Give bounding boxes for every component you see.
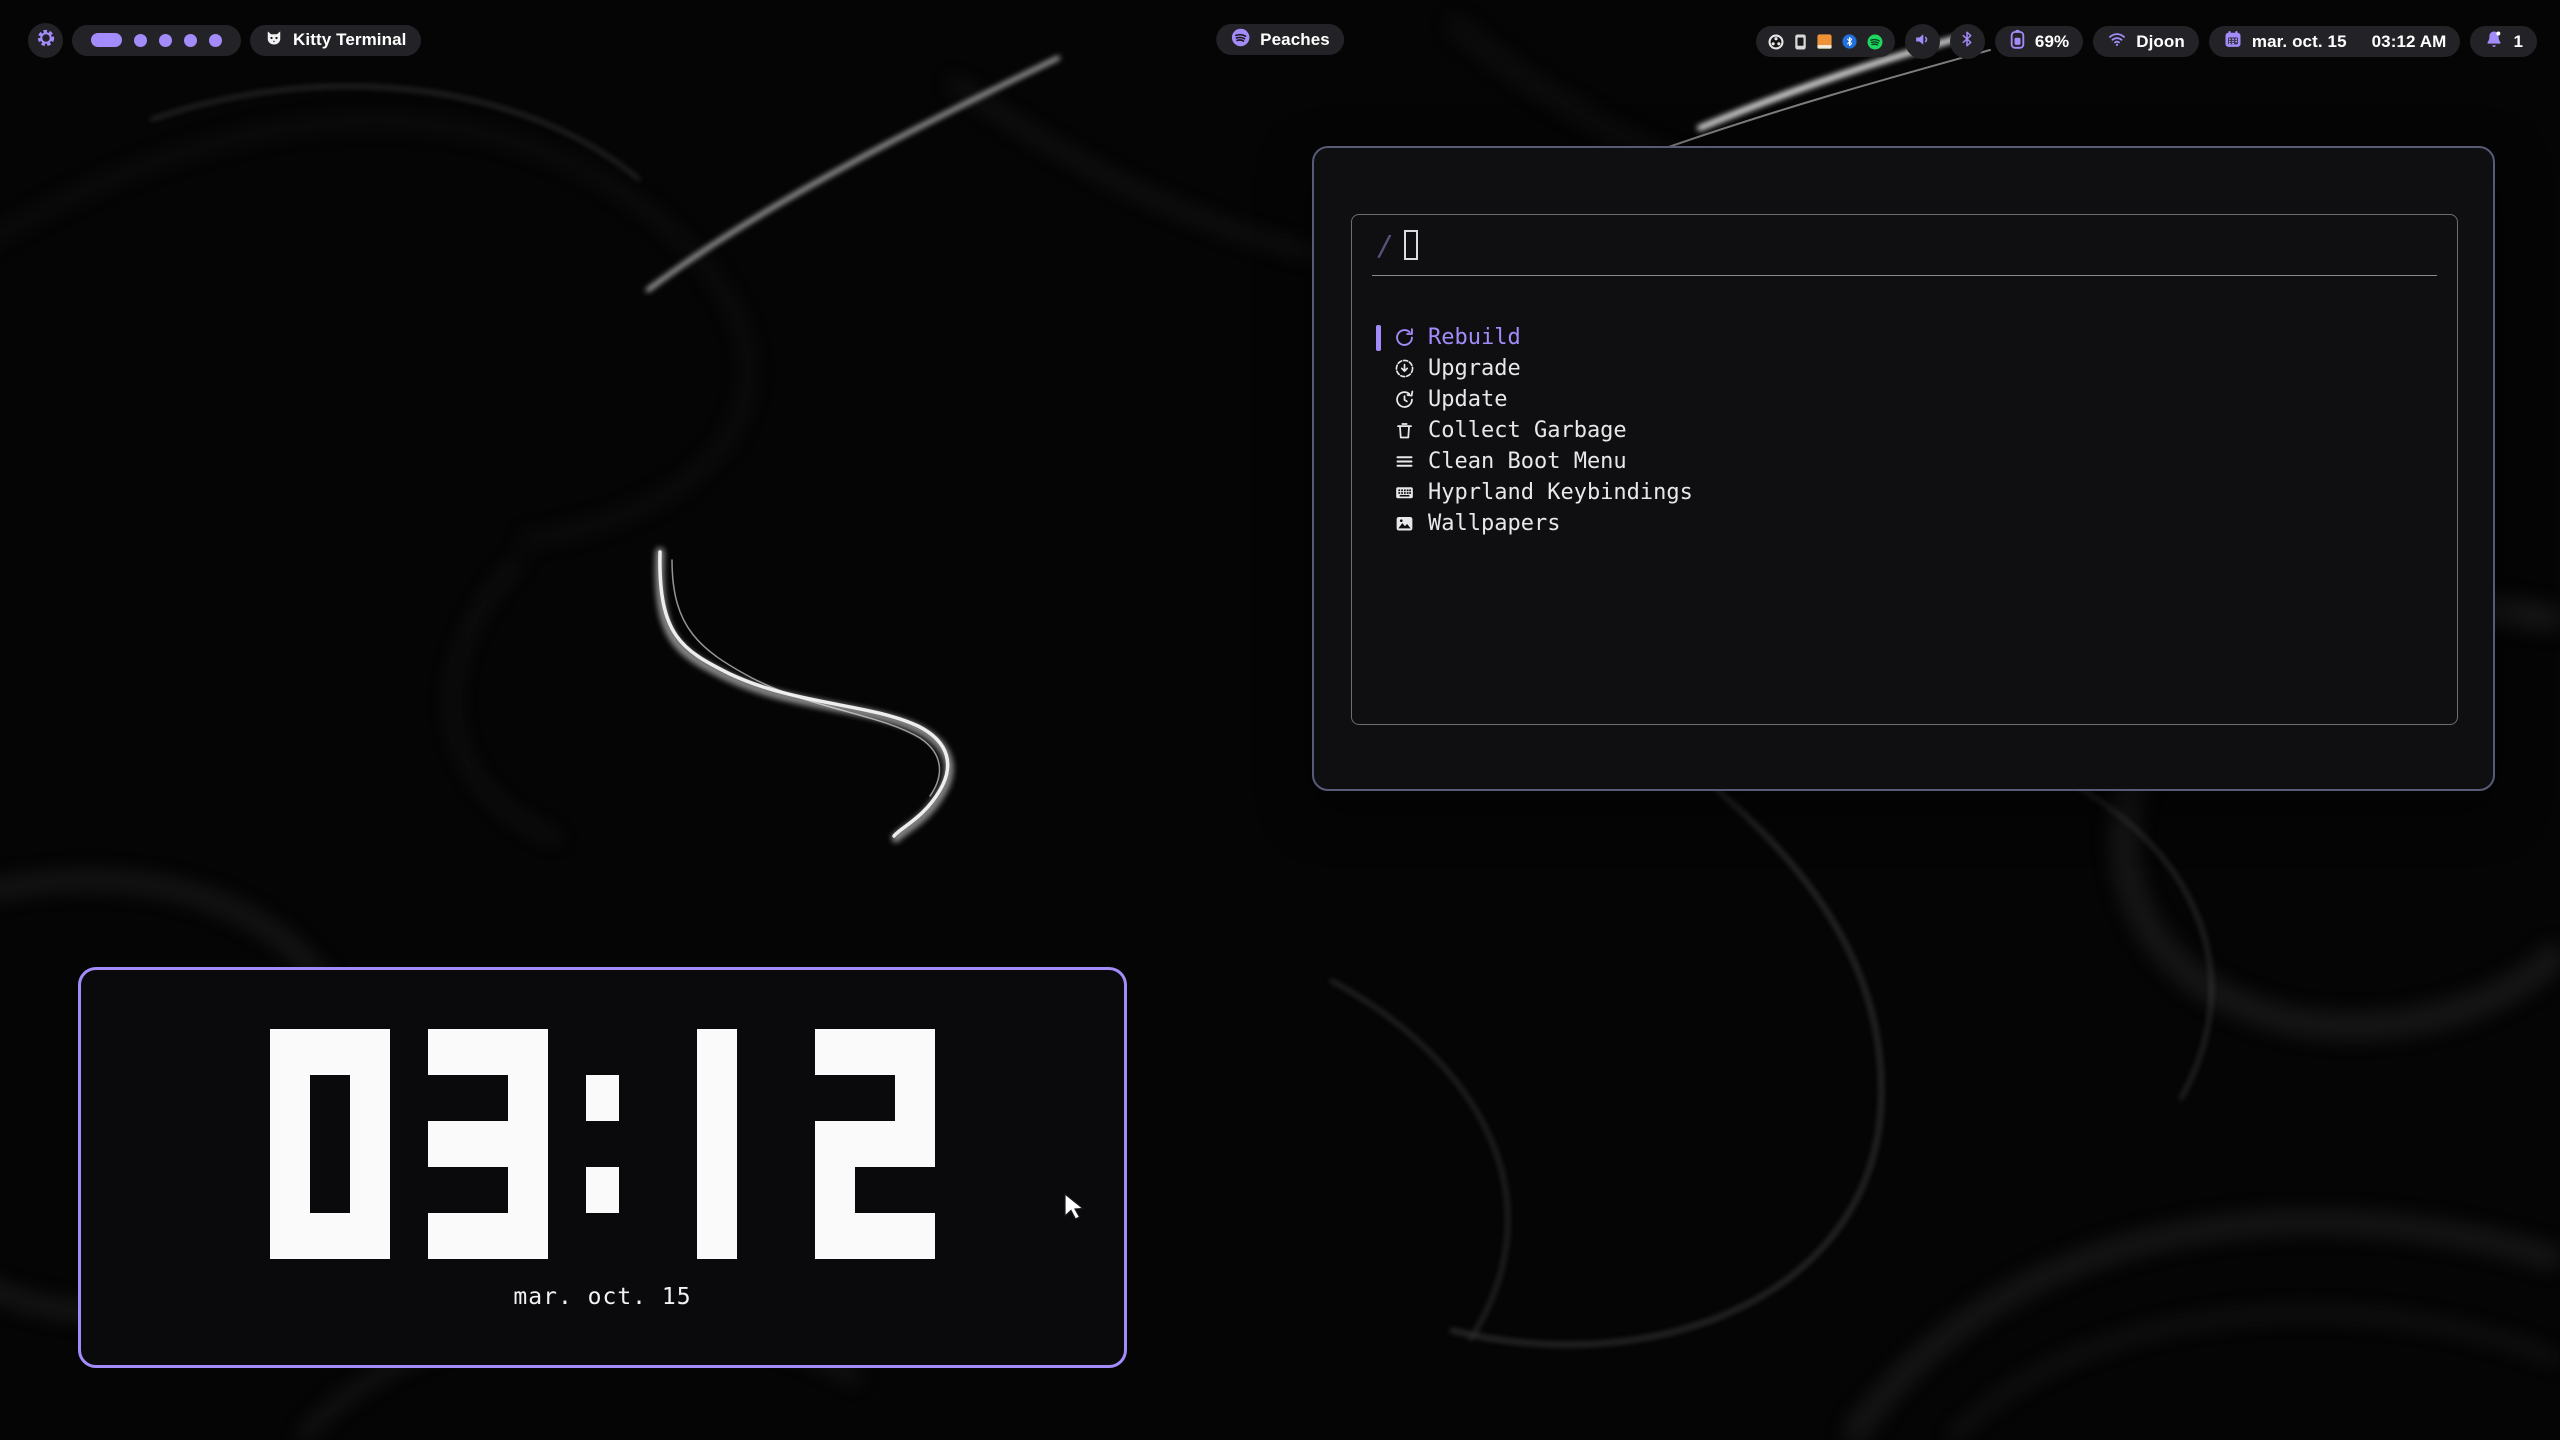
menu-item-rebuild[interactable]: Rebuild [1376,322,2457,353]
active-window-title: Kitty Terminal [293,30,407,50]
menu-item-label: Hyprland Keybindings [1428,480,1693,505]
clock-widget: mar. oct. 15 [78,967,1127,1368]
menu-item-label: Wallpapers [1428,511,1560,536]
gear-icon [35,27,57,54]
launcher-search-input[interactable]: / [1352,215,2457,275]
menu-lines-icon [1394,451,1415,472]
menu-item-label: Upgrade [1428,356,1521,381]
menu-item-clean-boot-menu[interactable]: Clean Boot Menu [1376,446,2457,477]
network-pill[interactable]: Djoon [2093,26,2199,57]
menu-item-collect-garbage[interactable]: Collect Garbage [1376,415,2457,446]
selection-bar [1376,387,1381,413]
datetime-pill[interactable]: mar. oct. 15 03:12 AM [2209,26,2461,57]
menu-item-label: Collect Garbage [1428,418,1627,443]
refresh-icon [1394,327,1415,348]
clock-date: mar. oct. 15 [81,1284,1124,1310]
media-track-label: Peaches [1260,30,1330,50]
clock-digit-3 [428,1029,548,1259]
battery-percent: 69% [2035,32,2069,52]
bluetooth-icon [1958,30,1976,53]
launcher-gear-button[interactable] [28,23,63,58]
workspace-4[interactable] [184,34,197,47]
bluetooth-tray-icon[interactable] [1841,33,1858,50]
cat-icon [264,28,284,53]
menu-item-wallpapers[interactable]: Wallpapers [1376,508,2457,539]
launcher-inner-box: / Rebuild Upgrade Update Collect Garbage Cle… [1351,214,2458,725]
workspace-indicators [72,25,241,56]
calendar-icon [2223,29,2243,54]
download-circle-icon [1394,358,1415,379]
bell-icon [2484,29,2504,54]
menu-item-label: Clean Boot Menu [1428,449,1627,474]
selection-bar [1376,511,1381,537]
downloads-icon[interactable] [1816,33,1833,50]
search-separator [1372,275,2437,276]
bluetooth-button[interactable] [1950,24,1985,59]
menu-item-upgrade[interactable]: Upgrade [1376,353,2457,384]
workspace-3[interactable] [159,34,172,47]
menu-item-hyprland-keybindings[interactable]: Hyprland Keybindings [1376,477,2457,508]
selection-bar [1376,356,1381,382]
top-bar: Kitty Terminal Peaches [0,21,2560,59]
date-label: mar. oct. 15 [2252,32,2347,52]
battery-pill[interactable]: 69% [1995,26,2083,57]
obs-icon[interactable] [1767,33,1785,51]
clock-digit-2 [815,1029,935,1259]
trash-icon [1394,420,1415,441]
notifications-pill[interactable]: 1 [2470,26,2537,57]
selection-bar [1376,449,1381,475]
clock-refresh-icon [1394,389,1415,410]
search-prompt: / [1377,229,1394,262]
clock-digits [81,1029,1124,1259]
selection-bar [1376,418,1381,444]
launcher-panel: / Rebuild Upgrade Update Collect Garbage Cle… [1312,146,2495,791]
keyboard-icon [1394,482,1415,503]
network-ssid: Djoon [2136,32,2185,52]
selection-bar [1376,325,1381,351]
workspace-2[interactable] [134,34,147,47]
battery-icon [2009,29,2026,54]
selection-bar [1376,480,1381,506]
system-tray [1756,26,1895,57]
media-now-playing-pill[interactable]: Peaches [1216,24,1344,55]
menu-item-label: Update [1428,387,1507,412]
notification-count: 1 [2513,32,2523,52]
mouse-cursor [1063,1192,1089,1227]
active-window-pill[interactable]: Kitty Terminal [250,25,421,56]
time-label: 03:12 AM [2372,32,2447,52]
clock-digit-0 [270,1029,390,1259]
launcher-menu-list: Rebuild Upgrade Update Collect Garbage Clean… [1352,322,2457,539]
menu-item-label: Rebuild [1428,325,1521,350]
wifi-icon [2107,29,2127,54]
volume-button[interactable] [1905,24,1940,59]
image-icon [1394,513,1415,534]
menu-item-update[interactable]: Update [1376,384,2457,415]
workspace-5[interactable] [209,34,222,47]
text-cursor [1404,230,1418,260]
speaker-icon [1913,30,1932,54]
workspace-1[interactable] [91,33,122,47]
clock-colon [586,1029,619,1259]
spotify-icon [1230,27,1251,53]
phone-icon[interactable] [1793,33,1808,51]
spotify-tray-icon[interactable] [1866,33,1884,51]
clock-digit-1 [657,1029,777,1259]
